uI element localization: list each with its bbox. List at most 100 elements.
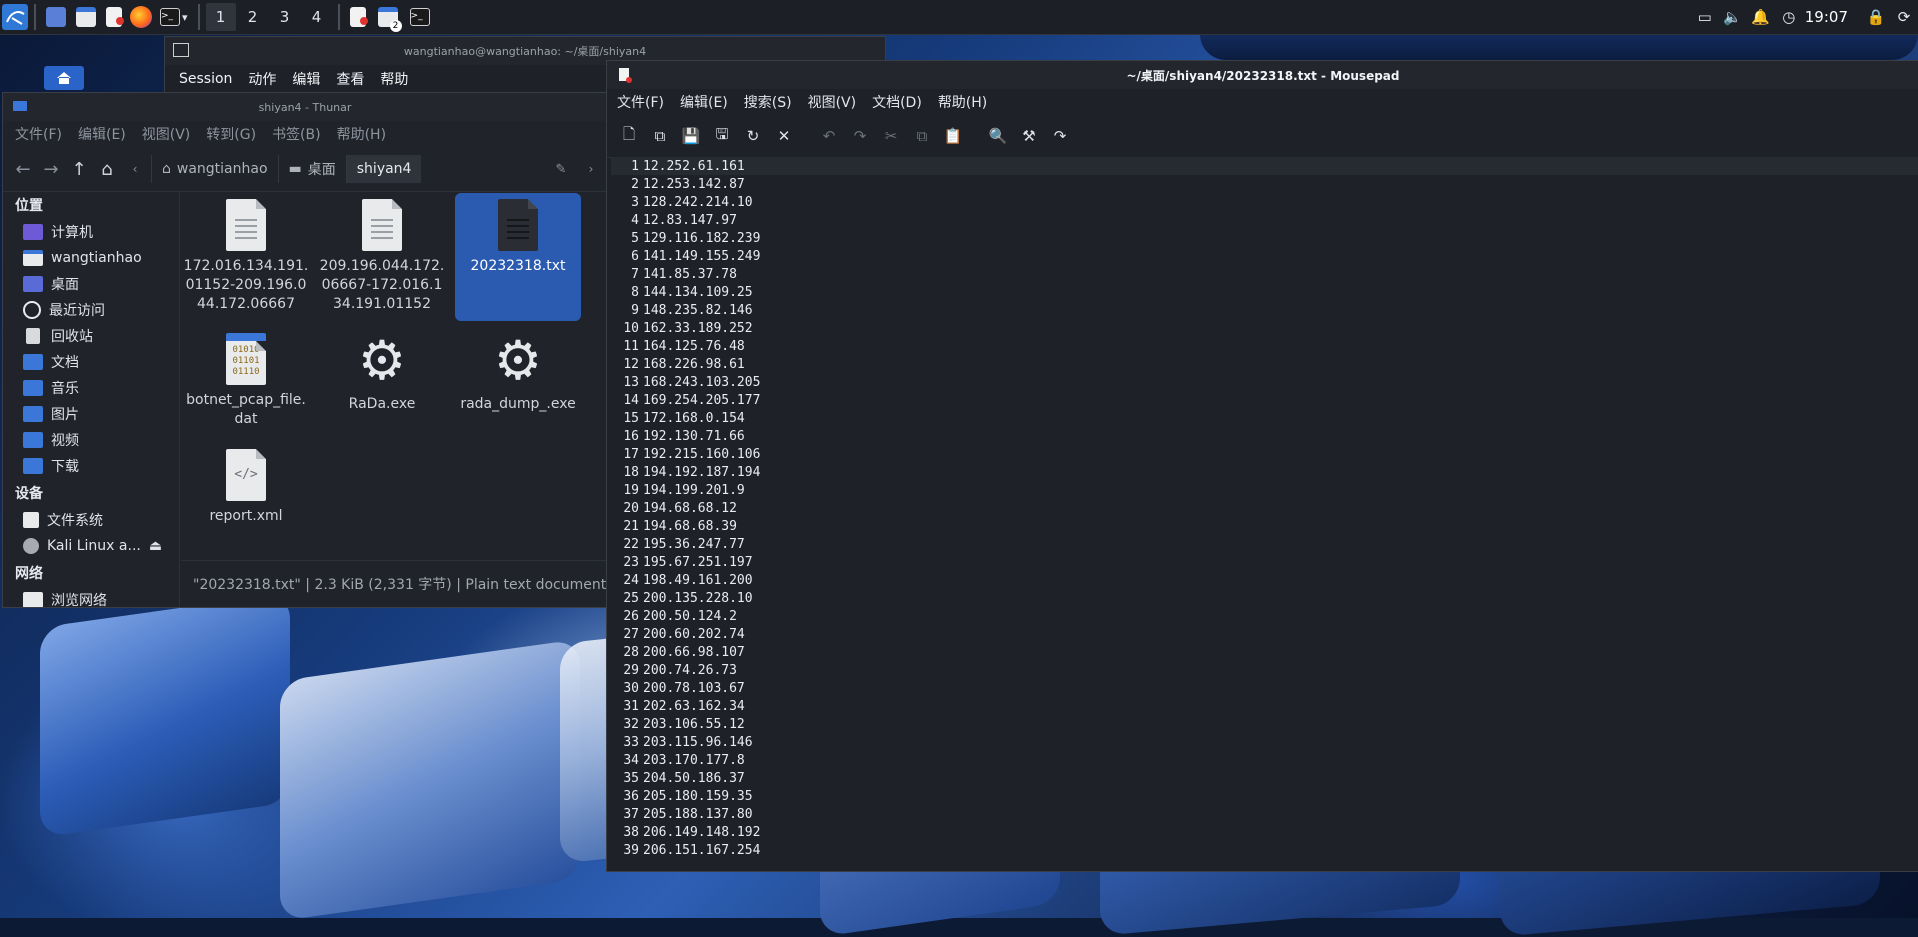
editor-line[interactable]: 21 194.68.68.39 bbox=[611, 517, 1918, 535]
sidebar-item-recent[interactable]: 最近访问 bbox=[3, 297, 179, 323]
sidebar-item-filesystem[interactable]: 文件系统 bbox=[3, 507, 179, 533]
mousepad-menu-file[interactable]: 文件(F) bbox=[609, 92, 672, 112]
editor-line[interactable]: 26 200.50.124.2 bbox=[611, 607, 1918, 625]
editor-line[interactable]: 12 168.226.98.61 bbox=[611, 355, 1918, 373]
editor-line[interactable]: 32 203.106.55.12 bbox=[611, 715, 1918, 733]
thunar-titlebar[interactable]: shiyan4 - Thunar bbox=[3, 93, 607, 121]
undo-icon[interactable]: ↶ bbox=[815, 122, 843, 150]
workspace-2[interactable]: 2 bbox=[238, 3, 268, 31]
text-editor-icon[interactable] bbox=[106, 4, 124, 30]
search-icon[interactable]: 🔍 bbox=[984, 122, 1012, 150]
clock[interactable]: 19:07 bbox=[1805, 8, 1848, 26]
new-window-icon[interactable]: ⧉ bbox=[646, 122, 674, 150]
paste-icon[interactable]: 📋 bbox=[939, 122, 967, 150]
sidebar-item-documents[interactable]: 文档 bbox=[3, 349, 179, 375]
editor-line[interactable]: 17 192.215.160.106 bbox=[611, 445, 1918, 463]
reload-icon[interactable]: ↻ bbox=[739, 122, 767, 150]
editor-line[interactable]: 18 194.192.187.194 bbox=[611, 463, 1918, 481]
mousepad-titlebar[interactable]: ~/桌面/shiyan4/20232318.txt - Mousepad bbox=[607, 61, 1918, 89]
save-icon[interactable]: 💾 bbox=[677, 122, 705, 150]
editor-line[interactable]: 11 164.125.76.48 bbox=[611, 337, 1918, 355]
chevron-down-icon[interactable]: ▾ bbox=[182, 4, 188, 30]
sidebar-item-music[interactable]: 音乐 bbox=[3, 375, 179, 401]
sidebar-item-kali-disc[interactable]: Kali Linux a... ⏏ bbox=[3, 533, 179, 559]
editor-line[interactable]: 35 204.50.186.37 bbox=[611, 769, 1918, 787]
workspace-1[interactable]: 1 bbox=[205, 3, 236, 31]
file-manager-icon[interactable] bbox=[76, 4, 96, 30]
editor-line[interactable]: 2 12.253.142.87 bbox=[611, 175, 1918, 193]
terminal-menu-help[interactable]: 帮助 bbox=[372, 69, 416, 89]
sidebar-item-videos[interactable]: 视频 bbox=[3, 427, 179, 453]
file-item-selected[interactable]: 20232318.txt bbox=[455, 193, 581, 321]
forward-arrow-icon[interactable]: → bbox=[39, 157, 63, 181]
mousepad-menu-search[interactable]: 搜索(S) bbox=[736, 92, 800, 112]
mousepad-menu-edit[interactable]: 编辑(E) bbox=[672, 92, 736, 112]
editor-line[interactable]: 38 206.149.148.192 bbox=[611, 823, 1918, 841]
editor-line[interactable]: 24 198.49.161.200 bbox=[611, 571, 1918, 589]
sidebar-item-downloads[interactable]: 下载 bbox=[3, 453, 179, 479]
editor-line[interactable]: 20 194.68.68.12 bbox=[611, 499, 1918, 517]
thunar-menu-go[interactable]: 转到(G) bbox=[198, 124, 264, 144]
editor-line[interactable]: 37 205.188.137.80 bbox=[611, 805, 1918, 823]
breadcrumb-home[interactable]: ⌂ wangtianhao bbox=[151, 155, 278, 183]
power-icon[interactable]: ⟳ bbox=[1890, 3, 1918, 31]
taskbar-terminal-icon[interactable]: >_ bbox=[409, 4, 430, 30]
terminal-menu-actions[interactable]: 动作 bbox=[240, 69, 284, 89]
editor-line[interactable]: 6 141.149.155.249 bbox=[611, 247, 1918, 265]
workspace-4[interactable]: 4 bbox=[302, 3, 332, 31]
editor-line[interactable]: 22 195.36.247.77 bbox=[611, 535, 1918, 553]
show-desktop-icon[interactable] bbox=[46, 4, 66, 30]
editor-line[interactable]: 27 200.60.202.74 bbox=[611, 625, 1918, 643]
notifications-icon[interactable]: 🔔 bbox=[1747, 3, 1775, 31]
editor-line[interactable]: 16 192.130.71.66 bbox=[611, 427, 1918, 445]
sidebar-item-trash[interactable]: 回收站 bbox=[3, 323, 179, 349]
terminal-menu-edit[interactable]: 编辑 bbox=[284, 69, 328, 89]
editor-line[interactable]: 19 194.199.201.9 bbox=[611, 481, 1918, 499]
editor-line[interactable]: 23 195.67.251.197 bbox=[611, 553, 1918, 571]
editor-line[interactable]: 36 205.180.159.35 bbox=[611, 787, 1918, 805]
thunar-menu-edit[interactable]: 编辑(E) bbox=[70, 124, 134, 144]
file-item[interactable]: 172.016.134.191.01152-209.196.044.172.06… bbox=[183, 193, 309, 321]
mousepad-menu-view[interactable]: 视图(V) bbox=[800, 92, 865, 112]
terminal-menu-session[interactable]: Session bbox=[171, 71, 240, 87]
terminal-icon[interactable]: >_ bbox=[160, 4, 180, 30]
thunar-menu-help[interactable]: 帮助(H) bbox=[329, 124, 394, 144]
mousepad-menu-document[interactable]: 文档(D) bbox=[864, 92, 930, 112]
editor-line[interactable]: 10 162.33.189.252 bbox=[611, 319, 1918, 337]
sidebar-item-home[interactable]: wangtianhao bbox=[3, 245, 179, 271]
workspace-3[interactable]: 3 bbox=[270, 3, 300, 31]
editor-line[interactable]: 25 200.135.228.10 bbox=[611, 589, 1918, 607]
file-item[interactable]: </> report.xml bbox=[183, 443, 309, 533]
file-item[interactable]: 01010 01101 01110 botnet_pcap_file.dat bbox=[183, 327, 309, 433]
up-arrow-icon[interactable]: ↑ bbox=[67, 157, 91, 181]
editor-line[interactable]: 3 128.242.214.10 bbox=[611, 193, 1918, 211]
sidebar-item-desktop[interactable]: 桌面 bbox=[3, 271, 179, 297]
copy-icon[interactable]: ⧉ bbox=[908, 122, 936, 150]
mousepad-menu-help[interactable]: 帮助(H) bbox=[930, 92, 995, 112]
editor-text-area[interactable]: 1 12.252.61.161 2 12.253.142.87 3 128.242.214… bbox=[611, 157, 1918, 871]
display-icon[interactable]: ▭ bbox=[1691, 3, 1719, 31]
editor-line[interactable]: 31 202.63.162.34 bbox=[611, 697, 1918, 715]
eject-icon[interactable]: ⏏ bbox=[149, 538, 162, 554]
edit-location-icon[interactable]: ✎ bbox=[549, 157, 573, 181]
editor-line[interactable]: 5 129.116.182.239 bbox=[611, 229, 1918, 247]
new-document-icon[interactable]: 🗋 bbox=[615, 122, 643, 150]
editor-line[interactable]: 4 12.83.147.97 bbox=[611, 211, 1918, 229]
editor-line[interactable]: 1 12.252.61.161 bbox=[611, 157, 1918, 175]
redo-icon[interactable]: ↷ bbox=[846, 122, 874, 150]
thunar-menu-view[interactable]: 视图(V) bbox=[134, 124, 199, 144]
editor-line[interactable]: 13 168.243.103.205 bbox=[611, 373, 1918, 391]
editor-line[interactable]: 9 148.235.82.146 bbox=[611, 301, 1918, 319]
editor-line[interactable]: 33 203.115.96.146 bbox=[611, 733, 1918, 751]
editor-line[interactable]: 15 172.168.0.154 bbox=[611, 409, 1918, 427]
editor-line[interactable]: 30 200.78.103.67 bbox=[611, 679, 1918, 697]
editor-line[interactable]: 39 206.151.167.254 bbox=[611, 841, 1918, 859]
back-arrow-icon[interactable]: ← bbox=[11, 157, 35, 181]
breadcrumb-shiyan4[interactable]: shiyan4 bbox=[345, 155, 422, 183]
find-replace-icon[interactable]: ⚒ bbox=[1015, 122, 1043, 150]
editor-line[interactable]: 34 203.170.177.8 bbox=[611, 751, 1918, 769]
sidebar-item-pictures[interactable]: 图片 bbox=[3, 401, 179, 427]
editor-line[interactable]: 28 200.66.98.107 bbox=[611, 643, 1918, 661]
cut-icon[interactable]: ✂ bbox=[877, 122, 905, 150]
breadcrumb-desktop[interactable]: ▬ 桌面 bbox=[277, 155, 346, 183]
